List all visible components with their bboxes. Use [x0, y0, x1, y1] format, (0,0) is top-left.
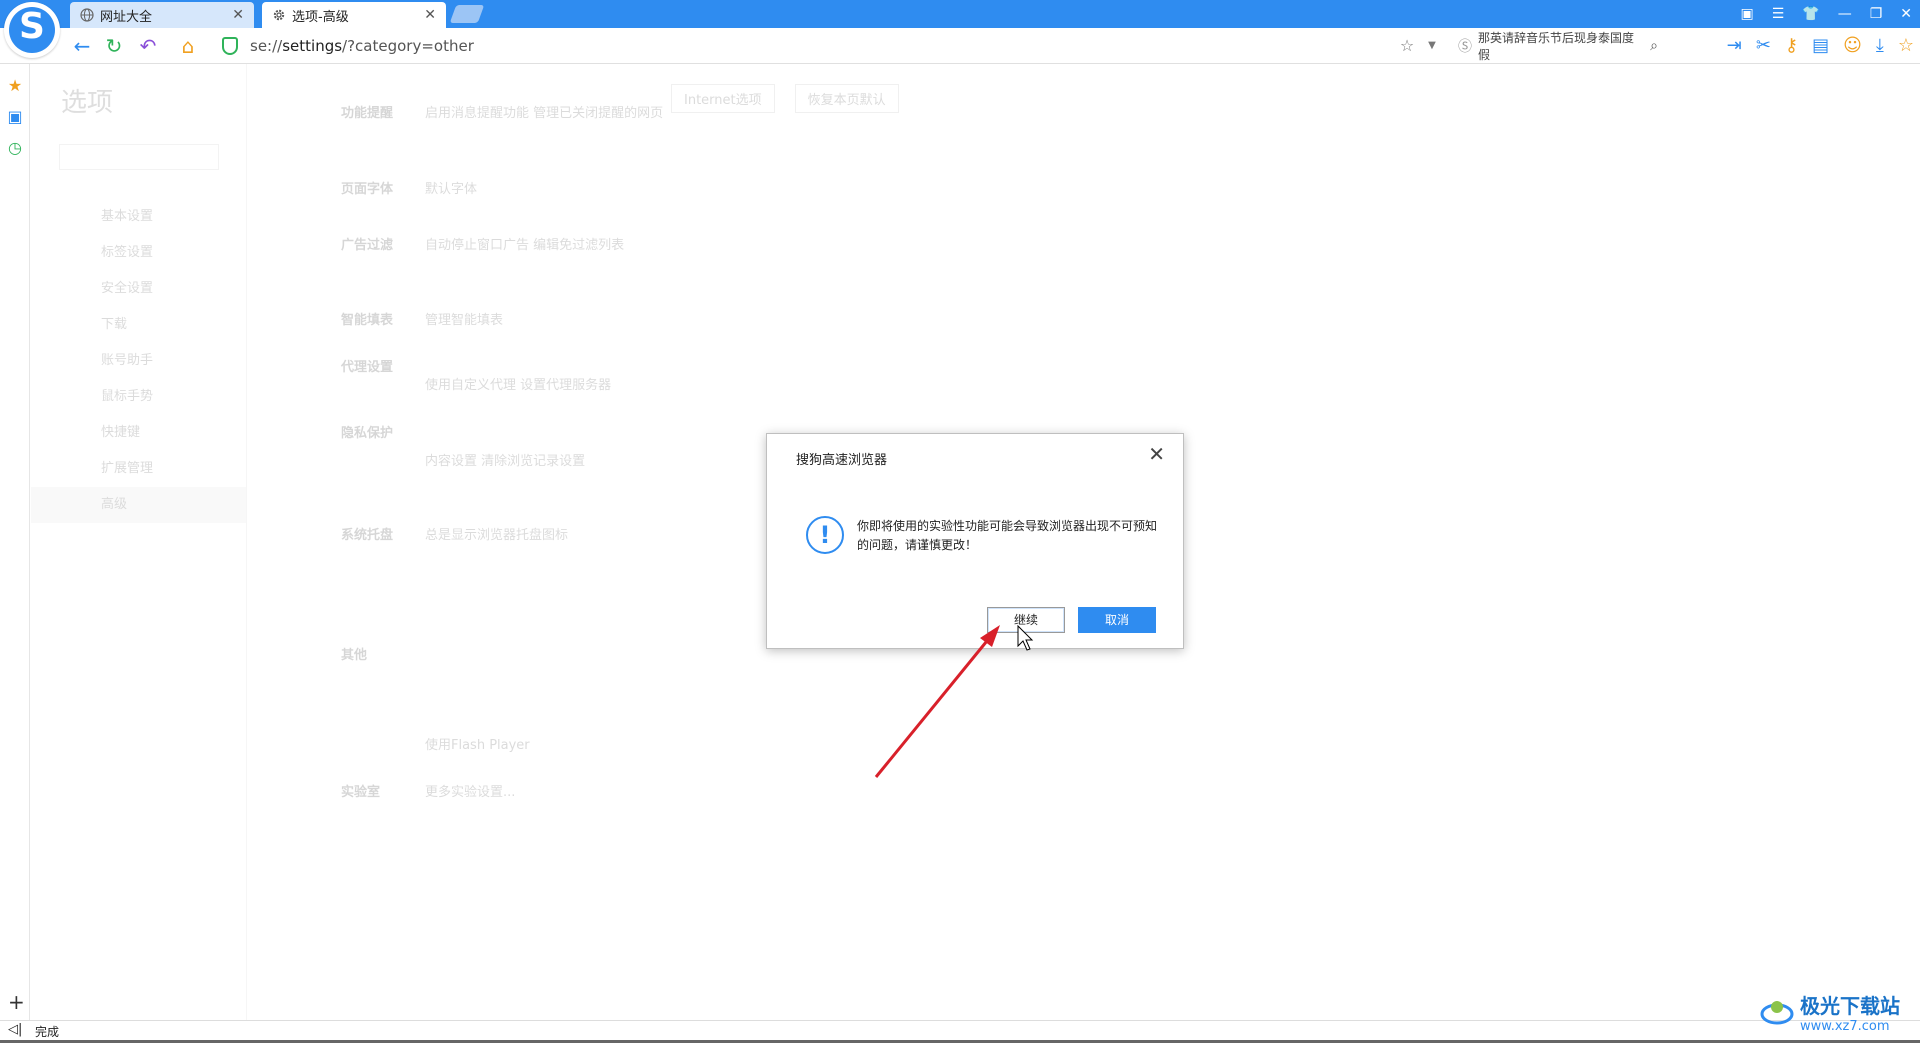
watermark-logo-icon — [1760, 1001, 1794, 1025]
annotation-arrow — [874, 635, 993, 778]
collapse-sidebar-icon[interactable]: ◁| — [8, 1022, 22, 1037]
watermark-site: www.xz7.com — [1800, 1019, 1890, 1034]
browser-logo[interactable]: S — [4, 2, 60, 58]
status-bar: ◁| 完成 — [0, 1020, 1920, 1040]
watermark-brand: 极光下载站 — [1800, 994, 1900, 1018]
watermark: 极光下载站 www.xz7.com — [1760, 990, 1900, 1034]
status-text: 完成 — [35, 1025, 60, 1039]
annotation-overlay — [874, 624, 1034, 778]
mouse-cursor-icon — [1017, 624, 1034, 651]
